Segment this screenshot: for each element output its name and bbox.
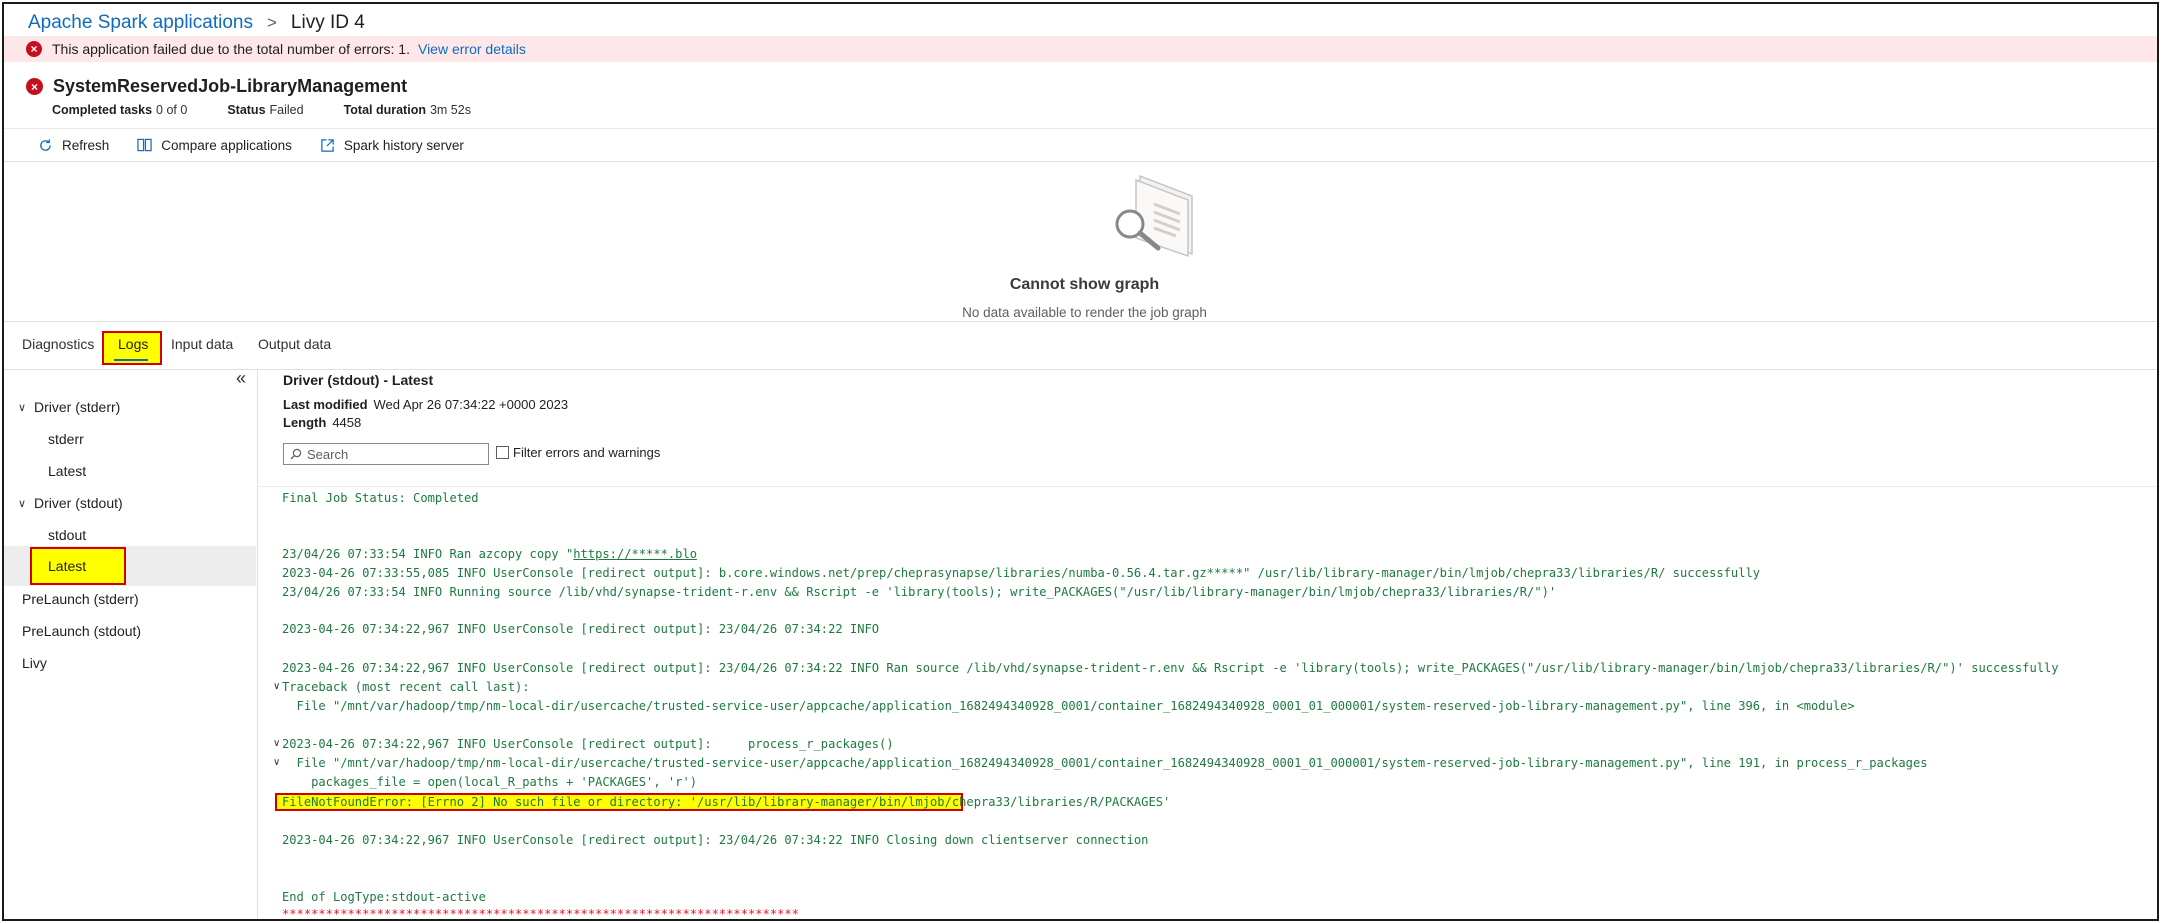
refresh-label: Refresh (62, 137, 110, 153)
meta-completed-tasks: Completed tasks 0 of 0 (52, 103, 187, 117)
tree-group-driver-stdout[interactable]: ∨ Driver (stdout) (4, 488, 256, 518)
breadcrumb-current: Livy ID 4 (290, 12, 365, 33)
breadcrumb: Apache Spark applications > Livy ID 4 (28, 9, 365, 37)
graph-empty-subtitle: No data available to render the job grap… (962, 305, 1207, 320)
fold-chevron-icon[interactable]: ∨ (273, 736, 280, 752)
tree-item-stdout-latest[interactable]: Latest (4, 546, 256, 586)
refresh-button[interactable]: Refresh (38, 138, 109, 153)
error-banner-message: This application failed due to the total… (52, 41, 410, 57)
meta-value: 0 of 0 (156, 103, 188, 117)
tree-group-driver-stderr[interactable]: ∨ Driver (stderr) (4, 392, 256, 422)
meta-total-duration: Total duration 3m 52s (344, 103, 471, 117)
tree-item-label: PreLaunch (stderr) (22, 591, 139, 607)
error-banner: × This application failed due to the tot… (4, 36, 2157, 62)
log-line: 2023-04-26 07:34:22,967 INFO UserConsole… (282, 737, 894, 751)
error-circle-icon: × (26, 41, 42, 57)
tree-item-stderr-latest[interactable]: Latest (4, 456, 256, 486)
log-line: 2023-04-26 07:34:22,967 INFO UserConsole… (282, 833, 1149, 847)
log-text: 23/04/26 07:33:54 INFO Ran azcopy copy " (282, 547, 574, 561)
log-line: 23/04/26 07:33:54 INFO Ran azcopy copy "… (282, 546, 697, 562)
meta-value: 3m 52s (429, 103, 471, 117)
collapse-sidebar-button[interactable]: « (236, 368, 246, 389)
active-tab-underline (114, 359, 148, 361)
view-error-details-link[interactable]: View error details (418, 41, 526, 57)
breadcrumb-root-link[interactable]: Apache Spark applications (28, 12, 253, 34)
tree-item-label: Livy (22, 655, 47, 671)
log-line: packages_file = open(local_R_paths + 'PA… (282, 775, 698, 789)
meta-label: Completed tasks (52, 103, 153, 117)
meta-status: Status Failed (227, 103, 303, 117)
app-meta-row: Completed tasks 0 of 0 Status Failed Total… (52, 103, 652, 117)
log-line-error: FileNotFoundError: [Errno 2] No such fil… (282, 795, 1171, 809)
compare-applications-button[interactable]: Compare applications (137, 138, 292, 153)
spark-history-server-button[interactable]: Spark history server (320, 138, 464, 153)
log-line: End of LogType:stdout-active (282, 890, 486, 904)
log-line: Traceback (most recent call last): (282, 680, 530, 694)
tree-item-label: Driver (stderr) (34, 399, 121, 415)
tree-item-prelaunch-stderr[interactable]: PreLaunch (stderr) (4, 584, 256, 614)
refresh-icon (40, 138, 51, 151)
tree-item-label: stdout (48, 527, 87, 543)
tree-item-livy[interactable]: Livy (4, 648, 256, 678)
tree-item-label: stderr (48, 431, 84, 447)
job-graph-area: Cannot show graph No data available to r… (4, 162, 2157, 322)
history-label: Spark history server (343, 137, 464, 153)
log-url-link[interactable]: https://*****.blo (573, 547, 697, 561)
log-line: Final Job Status: Completed (282, 491, 479, 505)
log-line: 23/04/26 07:33:54 INFO Running source /l… (282, 585, 1557, 599)
log-sidebar: « ∨ Driver (stderr) stderr Latest ∨ Driv… (4, 368, 258, 919)
tree-item-prelaunch-stdout[interactable]: PreLaunch (stdout) (4, 616, 256, 646)
app-header: × SystemReservedJob-LibraryManagement Co… (26, 76, 471, 117)
tree-item-stderr[interactable]: stderr (4, 424, 256, 454)
page-title: SystemReservedJob-LibraryManagement (53, 76, 408, 96)
meta-label: Status (227, 103, 266, 117)
app-title-row: × SystemReservedJob-LibraryManagement (26, 76, 407, 97)
meta-value: Failed (269, 103, 304, 117)
breadcrumb-separator: > (266, 13, 277, 32)
log-line: 2023-04-26 07:33:55,085 INFO UserConsole… (282, 566, 1761, 580)
fold-chevron-icon[interactable]: ∨ (273, 755, 280, 771)
tab-diagnostics[interactable]: Diagnostics (22, 336, 94, 352)
tab-logs[interactable]: Logs (118, 336, 148, 352)
log-panel: Driver (stdout) - Latest Last modified We… (259, 370, 2157, 921)
log-line: 2023-04-26 07:34:22,967 INFO UserConsole… (282, 661, 2059, 675)
app-window: Apache Spark applications > Livy ID 4 × … (2, 2, 2159, 921)
fold-chevron-icon[interactable]: ∨ (273, 679, 280, 695)
tab-bar: Diagnostics Logs Input data Output data (4, 322, 2157, 370)
compare-icon (137, 138, 152, 152)
log-line: 2023-04-26 07:34:22,967 INFO UserConsole… (282, 622, 880, 636)
compare-label: Compare applications (161, 137, 292, 153)
tab-output-data[interactable]: Output data (258, 336, 331, 352)
tree-item-label: Driver (stdout) (34, 495, 123, 511)
tab-input-data[interactable]: Input data (171, 336, 233, 352)
tree-item-label: PreLaunch (stdout) (22, 623, 142, 639)
tree-item-label: Latest (48, 463, 87, 479)
tree-item-label: Latest (48, 558, 87, 574)
chevron-down-icon: ∨ (18, 401, 27, 414)
chevron-down-icon: ∨ (18, 497, 27, 510)
graph-empty-title: Cannot show graph (1009, 276, 1160, 293)
open-external-icon (321, 138, 334, 152)
log-line: File "/mnt/var/hadoop/tmp/nm-local-dir/u… (282, 699, 1855, 713)
log-line: File "/mnt/var/hadoop/tmp/nm-local-dir/u… (282, 756, 1928, 770)
no-data-illustration-icon (1115, 174, 1193, 258)
log-output: Final Job Status: Completed 23/04/26 07:… (259, 370, 2157, 921)
toolbar: Refresh Compare applications Spark histo… (4, 128, 2157, 162)
meta-label: Total duration (343, 103, 426, 117)
log-line-separator: ****************************************… (282, 907, 799, 921)
error-status-icon: × (26, 78, 43, 95)
